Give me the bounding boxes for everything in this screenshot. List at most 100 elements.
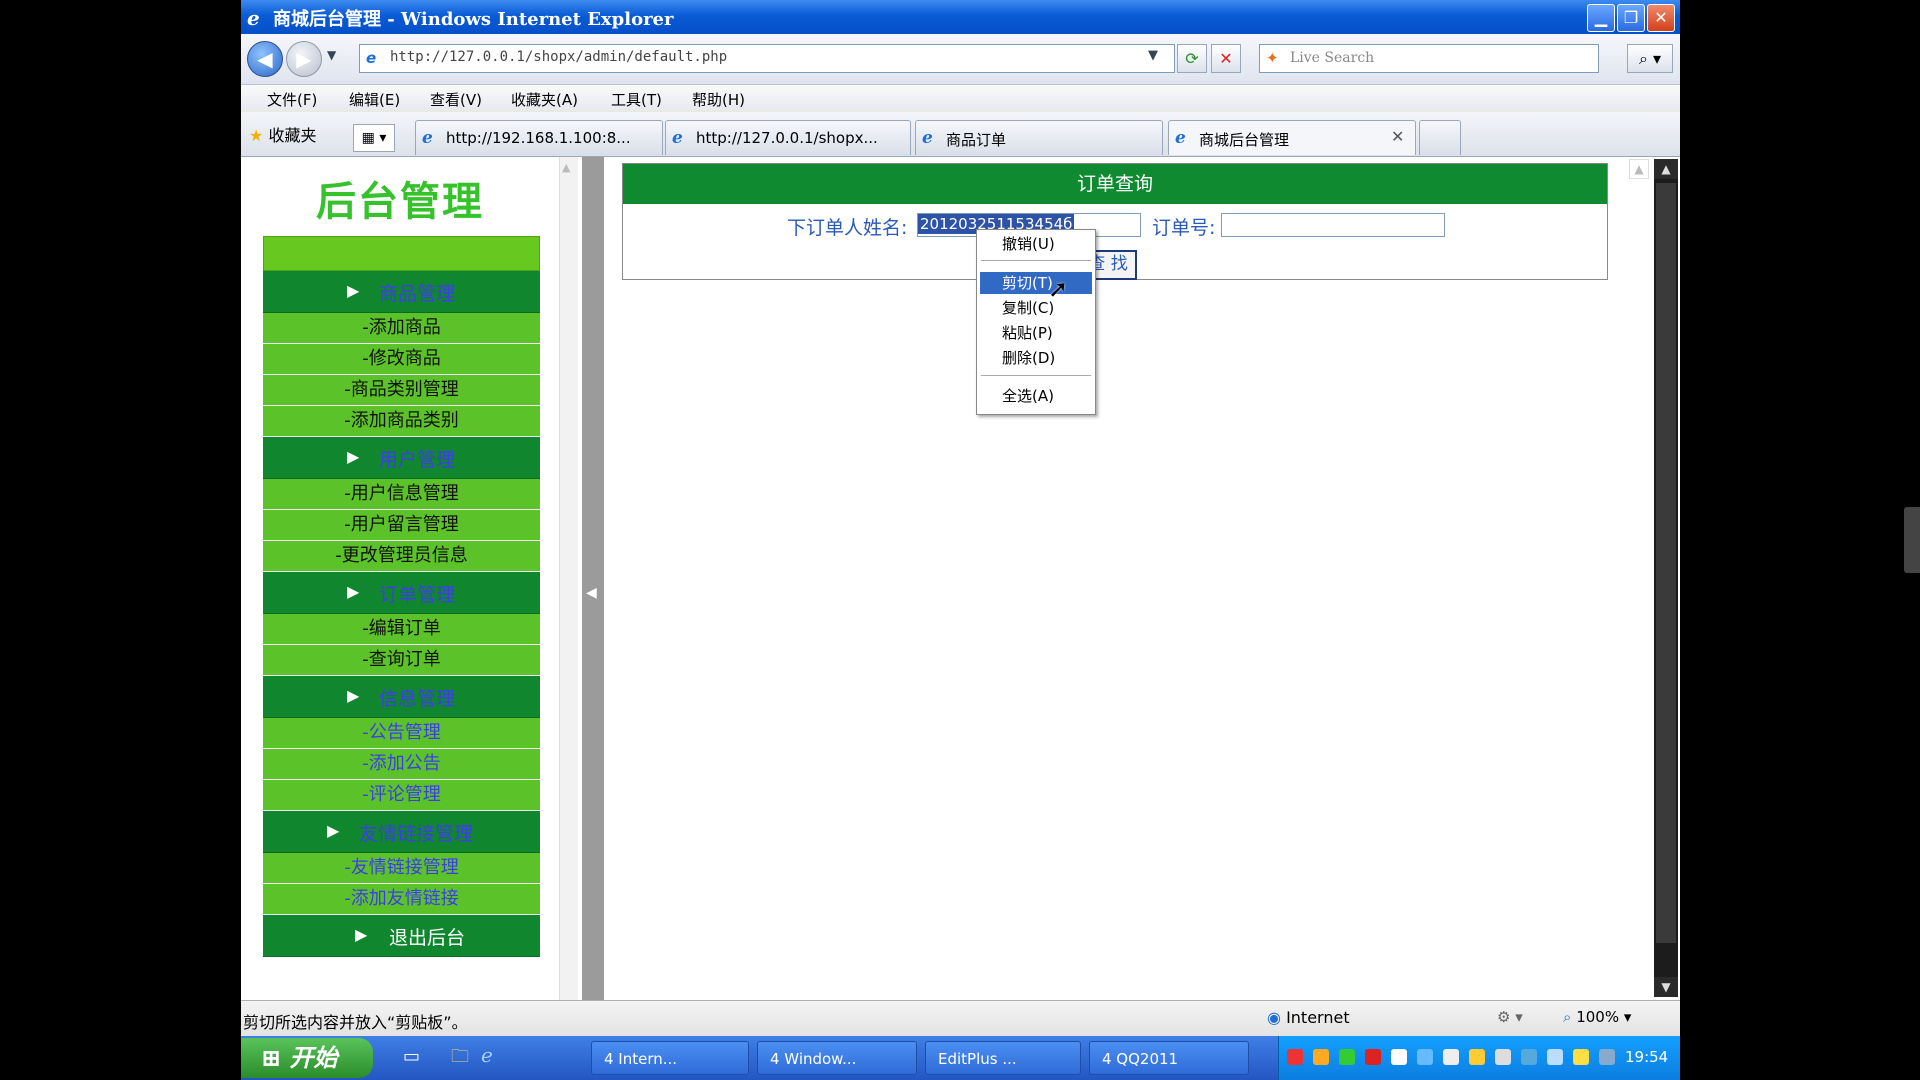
tray-volume-icon[interactable] (1599, 1049, 1615, 1065)
tab-close-icon[interactable]: ✕ (1391, 127, 1404, 146)
tray-update-icon[interactable] (1521, 1049, 1537, 1065)
nav-item-edit-goods[interactable]: -修改商品 (263, 344, 540, 375)
ctx-paste[interactable]: 粘贴(P) (980, 322, 1092, 344)
left-frame: 后台管理 ▶ 商品管理 -添加商品 -修改商品 -商品类别管理 -添加商品类别 … (241, 157, 559, 1000)
ctx-delete[interactable]: 删除(D) (980, 347, 1092, 369)
menu-file[interactable]: 文件(F) (267, 89, 317, 110)
nav-item-query-orders[interactable]: -查询订单 (263, 645, 540, 676)
show-desktop-icon[interactable]: ▭ (403, 1046, 420, 1067)
scroll-up-icon[interactable]: ▲ (562, 161, 570, 174)
address-field[interactable]: e http://127.0.0.1/shopx/admin/default.p… (359, 44, 1175, 73)
tray-player-icon[interactable] (1339, 1049, 1355, 1065)
taskbar-ie-group[interactable]: 4 Intern... (591, 1041, 749, 1075)
frame-splitter[interactable]: ◀ (582, 157, 604, 1000)
nav-item-add-category[interactable]: -添加商品类别 (263, 406, 540, 437)
tray-cloud-icon[interactable] (1391, 1049, 1407, 1065)
search-input[interactable]: ✦ Live Search (1259, 44, 1599, 73)
security-zone[interactable]: ◉ Internet (1267, 1008, 1350, 1027)
scroll-up-button[interactable]: ▲ (1654, 159, 1678, 179)
ctx-copy[interactable]: 复制(C) (980, 297, 1092, 319)
left-frame-scrollbar[interactable]: ▲ (559, 157, 578, 1000)
tray-app-icon[interactable] (1287, 1049, 1303, 1065)
scroll-down-button[interactable]: ▼ (1654, 977, 1678, 997)
tray-doc-icon[interactable] (1443, 1049, 1459, 1065)
new-tab-button[interactable] (1419, 120, 1461, 155)
nav-header-bar (263, 236, 540, 271)
menu-view[interactable]: 查看(V) (430, 89, 482, 110)
stop-button[interactable]: ✕ (1211, 44, 1241, 73)
menu-edit[interactable]: 编辑(E) (349, 89, 400, 110)
tray-qq-icon[interactable] (1313, 1049, 1329, 1065)
forward-button[interactable]: ▶ (286, 41, 322, 77)
ctx-select-all[interactable]: 全选(A) (980, 385, 1092, 407)
tray-display-icon[interactable] (1495, 1049, 1511, 1065)
tab-3[interactable]: e 商品订单 (915, 120, 1163, 155)
menu-favorites[interactable]: 收藏夹(A) (511, 89, 578, 110)
address-url: http://127.0.0.1/shopx/admin/default.php (390, 49, 728, 65)
protected-mode-icon[interactable]: ⚙ ▾ (1497, 1008, 1523, 1026)
tray-network-icon[interactable] (1417, 1049, 1433, 1065)
scroll-thumb[interactable] (1656, 183, 1676, 943)
section-title: 商品管理 (379, 283, 456, 305)
nav-item-admin-info[interactable]: -更改管理员信息 (263, 541, 540, 572)
collapse-arrow-icon[interactable]: ◀ (586, 585, 597, 601)
ctx-cut[interactable]: 剪切(T) (980, 272, 1092, 294)
order-number-input[interactable] (1221, 213, 1445, 237)
nav-item-add-announcement[interactable]: -添加公告 (263, 749, 540, 780)
tab-4-active[interactable]: e 商城后台管理 ✕ (1168, 120, 1416, 155)
tray-shield-icon[interactable] (1573, 1049, 1589, 1065)
nav-item-announcements[interactable]: -公告管理 (263, 718, 540, 749)
taskbar-qq-group[interactable]: 4 QQ2011 (1089, 1041, 1249, 1075)
ie-quicklaunch-icon[interactable]: e (481, 1043, 493, 1067)
nav-section-goods[interactable]: ▶ 商品管理 (263, 271, 540, 313)
tab-2[interactable]: e http://127.0.0.1/shopx... (665, 120, 911, 155)
quick-tabs-button[interactable]: ▦ ▾ (353, 124, 395, 152)
close-button[interactable]: ✕ (1647, 4, 1675, 32)
recent-pages-dropdown-icon[interactable]: ▼ (327, 48, 336, 62)
admin-nav: ▶ 商品管理 -添加商品 -修改商品 -商品类别管理 -添加商品类别 ▶ 用户管… (263, 236, 540, 957)
tray-security-icon[interactable] (1547, 1049, 1563, 1065)
maximize-button[interactable]: ❐ (1617, 4, 1645, 32)
nav-item-links-manage[interactable]: -友情链接管理 (263, 853, 540, 884)
tab-bar: ★ 收藏夹 ▦ ▾ e http://192.168.1.100:8... e … (241, 112, 1680, 157)
star-icon: ★ (249, 126, 264, 145)
tab-1[interactable]: e http://192.168.1.100:8... (415, 120, 663, 155)
nav-logout[interactable]: ▶ 退出后台 (263, 915, 540, 957)
zoom-control[interactable]: ⌕ 100% ▾ (1563, 1008, 1631, 1026)
nav-item-category-manage[interactable]: -商品类别管理 (263, 375, 540, 406)
content-scroll-up-icon[interactable]: ▲ (1629, 159, 1649, 179)
search-button[interactable]: ⌕ ▾ (1627, 44, 1673, 73)
side-panel-handle[interactable] (1904, 507, 1920, 573)
folder-quicklaunch-icon[interactable]: 🗀 (451, 1044, 469, 1074)
nav-section-info[interactable]: ▶ 信息管理 (263, 676, 540, 718)
tray-flower-icon[interactable] (1469, 1049, 1485, 1065)
nav-section-users[interactable]: ▶ 用户管理 (263, 437, 540, 479)
nav-item-add-goods[interactable]: -添加商品 (263, 313, 540, 344)
address-dropdown-icon[interactable]: ▼ (1148, 48, 1158, 63)
ie-logo-icon: e (247, 6, 260, 30)
section-title: 订单管理 (379, 584, 456, 606)
nav-item-add-link[interactable]: -添加友情链接 (263, 884, 540, 915)
nav-section-orders[interactable]: ▶ 订单管理 (263, 572, 540, 614)
start-button[interactable]: ⊞ 开始 (241, 1038, 373, 1078)
back-button[interactable]: ◀ (247, 41, 283, 77)
menu-help[interactable]: 帮助(H) (692, 89, 745, 110)
refresh-button[interactable]: ⟳ (1177, 44, 1207, 73)
nav-item-edit-orders[interactable]: -编辑订单 (263, 614, 540, 645)
nav-item-comments[interactable]: -评论管理 (263, 780, 540, 811)
menu-tools[interactable]: 工具(T) (611, 89, 662, 110)
address-toolbar: ◀ ▶ ▼ e http://127.0.0.1/shopx/admin/def… (241, 34, 1680, 85)
status-bar: 剪切所选内容并放入“剪贴板”。 ◉ Internet ⚙ ▾ ⌕ 100% ▾ (241, 1000, 1680, 1037)
nav-item-user-info[interactable]: -用户信息管理 (263, 479, 540, 510)
nav-section-links[interactable]: ▶ 友情链接管理 (263, 811, 540, 853)
favorites-button[interactable]: ★ 收藏夹 (249, 122, 316, 146)
tray-red-icon[interactable] (1365, 1049, 1381, 1065)
title-bar[interactable]: e 商城后台管理 - Windows Internet Explorer ▁ ❐… (241, 0, 1680, 34)
ctx-undo[interactable]: 撤销(U) (980, 233, 1092, 255)
nav-item-user-messages[interactable]: -用户留言管理 (263, 510, 540, 541)
taskbar-explorer-group[interactable]: 4 Window... (757, 1041, 917, 1075)
minimize-button[interactable]: ▁ (1587, 4, 1615, 32)
section-title: 用户管理 (379, 449, 456, 471)
vertical-scrollbar[interactable]: ▲ ▼ (1654, 159, 1678, 997)
taskbar-editplus[interactable]: EditPlus ... (925, 1041, 1081, 1075)
